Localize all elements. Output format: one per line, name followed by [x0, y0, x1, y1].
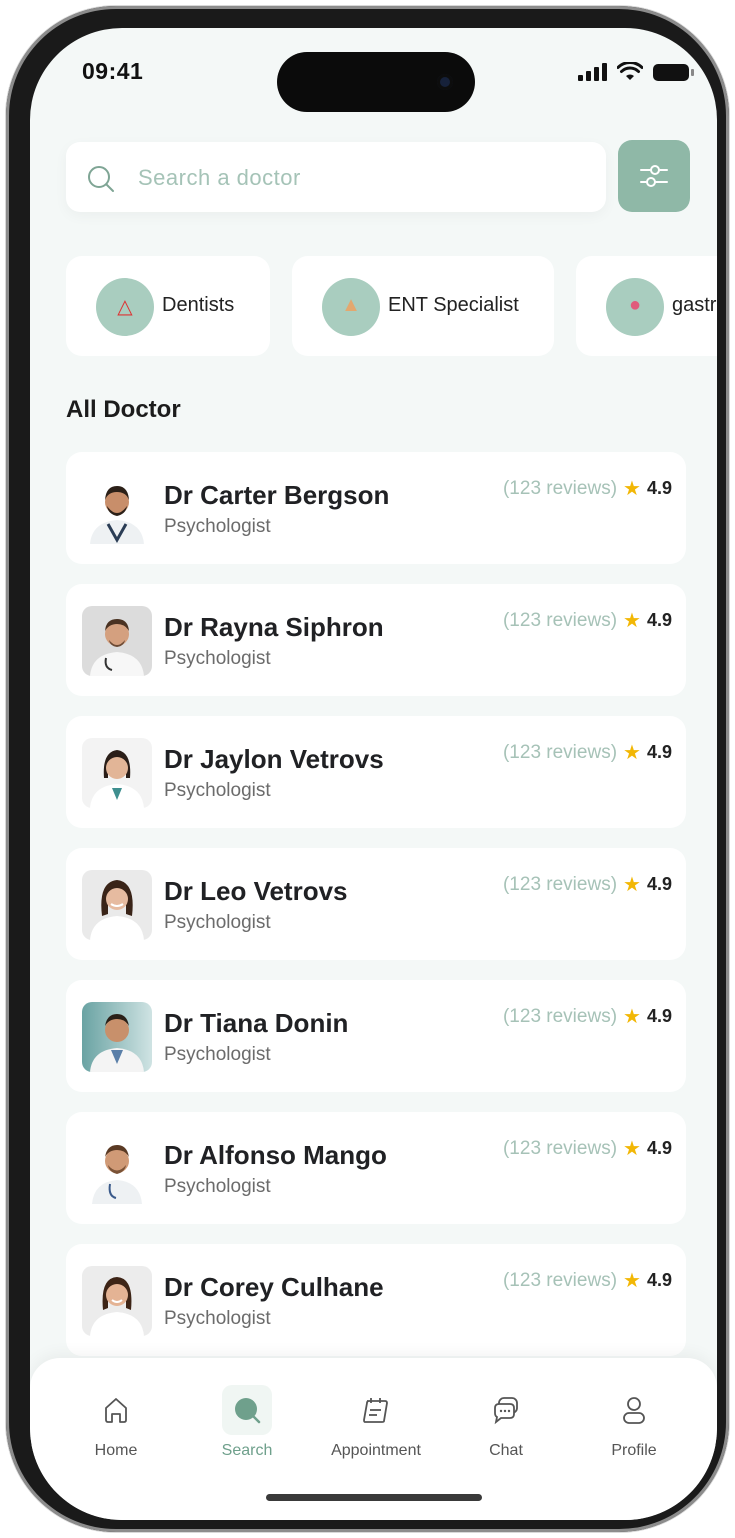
- doctor-name: Dr Jaylon Vetrovs: [164, 744, 384, 774]
- search-bar[interactable]: [66, 142, 606, 212]
- chat-icon: [494, 1397, 518, 1425]
- rating-score: 4.9: [646, 742, 672, 762]
- battery-icon: [653, 63, 694, 81]
- category-label: ENT Specialist: [388, 294, 519, 316]
- rating-score: 4.9: [646, 610, 672, 630]
- tab-label: Appointment: [331, 1442, 421, 1459]
- filter-icon: [640, 165, 668, 187]
- tab-label: Search: [221, 1442, 273, 1459]
- stomach-icon: ●: [606, 278, 664, 336]
- review-count: (123 reviews): [502, 477, 618, 499]
- tab-appointment[interactable]: Appointment: [321, 1388, 431, 1460]
- review-count: (123 reviews): [502, 1137, 618, 1159]
- calendar-icon: [363, 1398, 388, 1423]
- star-icon: ★: [623, 1138, 641, 1160]
- doctor-avatar: [82, 1134, 152, 1204]
- tooth-icon: △: [96, 278, 154, 336]
- doctor-avatar: [82, 738, 152, 808]
- category-dentists[interactable]: △ Dentists: [66, 256, 270, 356]
- doctor-specialty: Psychologist: [164, 1308, 271, 1329]
- doctor-rating: (123 reviews) ★ 4.9: [503, 1004, 672, 1029]
- doctor-name: Dr Carter Bergson: [164, 480, 390, 510]
- profile-icon: [623, 1397, 645, 1424]
- review-count: (123 reviews): [502, 609, 618, 631]
- doctor-name: Dr Rayna Siphron: [164, 612, 384, 642]
- rating-score: 4.9: [646, 1006, 672, 1026]
- rating-score: 4.9: [646, 1270, 672, 1290]
- search-icon: [88, 166, 114, 192]
- phone-frame: 09:41 Search a doctor △ Dentists ▲ ENT S…: [6, 6, 729, 1532]
- home-indicator[interactable]: [266, 1494, 482, 1501]
- home-icon: [105, 1398, 127, 1423]
- star-icon: ★: [623, 1270, 641, 1292]
- status-time: 09:41: [82, 58, 144, 84]
- doctor-name: Dr Leo Vetrovs: [164, 876, 348, 906]
- doctor-avatar: [82, 870, 152, 940]
- category-label: Dentists: [162, 294, 235, 316]
- filter-button[interactable]: [618, 140, 690, 212]
- star-icon: ★: [623, 478, 641, 500]
- doctor-card[interactable]: Dr Corey Culhane Psychologist (123 revie…: [66, 1244, 686, 1356]
- doctor-rating: (123 reviews) ★ 4.9: [503, 740, 672, 765]
- tab-label: Chat: [489, 1442, 523, 1459]
- dynamic-island: [277, 52, 475, 112]
- doctor-rating: (123 reviews) ★ 4.9: [503, 1268, 672, 1293]
- doctor-rating: (123 reviews) ★ 4.9: [503, 608, 672, 633]
- review-count: (123 reviews): [502, 1269, 618, 1291]
- doctor-name: Dr Alfonso Mango: [164, 1140, 387, 1170]
- status-icons: [578, 62, 694, 82]
- doctor-card[interactable]: Dr Carter Bergson Psychologist (123 revi…: [66, 452, 686, 564]
- doctor-specialty: Psychologist: [164, 648, 271, 669]
- search-icon: [222, 1385, 272, 1435]
- doctor-card[interactable]: Dr Tiana Donin Psychologist (123 reviews…: [66, 980, 686, 1092]
- tab-profile[interactable]: Profile: [579, 1388, 689, 1460]
- app-screen: 09:41 Search a doctor △ Dentists ▲ ENT S…: [30, 28, 717, 1520]
- star-icon: ★: [623, 874, 641, 896]
- category-ent-specialist[interactable]: ▲ ENT Specialist: [292, 256, 554, 356]
- doctor-specialty: Psychologist: [164, 780, 271, 801]
- review-count: (123 reviews): [502, 1005, 618, 1027]
- doctor-name: Dr Corey Culhane: [164, 1272, 384, 1302]
- doctor-avatar: [82, 1002, 152, 1072]
- doctor-rating: (123 reviews) ★ 4.9: [503, 476, 672, 501]
- doctor-card[interactable]: Dr Rayna Siphron Psychologist (123 revie…: [66, 584, 686, 696]
- doctor-rating: (123 reviews) ★ 4.9: [503, 872, 672, 897]
- star-icon: ★: [623, 610, 641, 632]
- tab-home[interactable]: Home: [61, 1388, 171, 1460]
- rating-score: 4.9: [646, 478, 672, 498]
- doctor-rating: (123 reviews) ★ 4.9: [503, 1136, 672, 1161]
- section-title: All Doctor: [66, 396, 181, 423]
- doctor-specialty: Psychologist: [164, 1176, 271, 1197]
- status-bar: 09:41: [30, 28, 717, 112]
- doctor-card[interactable]: Dr Leo Vetrovs Psychologist (123 reviews…: [66, 848, 686, 960]
- rating-score: 4.9: [646, 1138, 672, 1158]
- doctor-card[interactable]: Dr Alfonso Mango Psychologist (123 revie…: [66, 1112, 686, 1224]
- doctor-avatar: [82, 474, 152, 544]
- rating-score: 4.9: [646, 874, 672, 894]
- review-count: (123 reviews): [502, 873, 618, 895]
- doctor-card[interactable]: Dr Jaylon Vetrovs Psychologist (123 revi…: [66, 716, 686, 828]
- doctor-avatar: [82, 606, 152, 676]
- review-count: (123 reviews): [502, 741, 618, 763]
- category-list: △ Dentists ▲ ENT Specialist ● gastr: [66, 256, 717, 356]
- search-input[interactable]: [136, 160, 580, 196]
- category-gastro[interactable]: ● gastr: [576, 256, 717, 356]
- wifi-icon: [617, 62, 643, 80]
- tab-chat[interactable]: Chat: [451, 1388, 561, 1460]
- tab-label: Profile: [611, 1442, 657, 1459]
- doctor-specialty: Psychologist: [164, 1044, 271, 1065]
- doctor-specialty: Psychologist: [164, 516, 271, 537]
- signal-icon: [578, 63, 607, 81]
- nose-icon: ▲: [322, 278, 380, 336]
- category-label: gastr: [672, 294, 717, 316]
- camera-icon: [437, 74, 453, 90]
- doctor-name: Dr Tiana Donin: [164, 1008, 349, 1038]
- tab-label: Home: [94, 1442, 138, 1459]
- tab-search[interactable]: Search: [192, 1385, 302, 1460]
- star-icon: ★: [623, 1006, 641, 1028]
- doctor-avatar: [82, 1266, 152, 1336]
- star-icon: ★: [623, 742, 641, 764]
- doctor-specialty: Psychologist: [164, 912, 271, 933]
